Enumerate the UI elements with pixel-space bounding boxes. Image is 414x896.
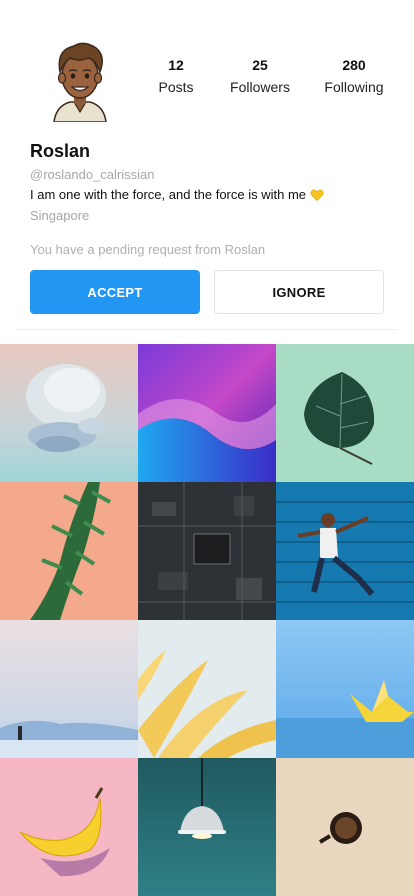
ignore-button[interactable]: IGNORE — [214, 270, 384, 314]
divider — [16, 329, 398, 330]
profile-stats: 12 Posts 25 Followers 280 Following — [140, 56, 400, 96]
photo-plant-on-peach[interactable] — [0, 482, 138, 620]
stat-following[interactable]: 280 Following — [308, 56, 400, 96]
pending-request-text: You have a pending request from Roslan — [30, 242, 266, 257]
stat-value: 12 — [168, 57, 184, 73]
stat-label: Posts — [158, 79, 194, 95]
photo-leaf-on-mint[interactable] — [276, 344, 414, 482]
profile-bio: I am one with the force, and the force i… — [30, 187, 324, 202]
stat-label: Followers — [230, 79, 290, 95]
stat-posts[interactable]: 12 Posts — [140, 56, 212, 96]
photo-person-on-salt-flats[interactable] — [0, 620, 138, 758]
profile-header: 12 Posts 25 Followers 280 Following Rosl… — [0, 0, 414, 330]
photo-circuit-board[interactable] — [138, 482, 276, 620]
photo-yellow-leaves[interactable] — [138, 620, 276, 758]
photo-banana-on-pink[interactable] — [0, 758, 138, 896]
bio-text: I am one with the force, and the force i… — [30, 187, 307, 202]
photo-grid — [0, 344, 414, 896]
accept-button[interactable]: ACCEPT — [30, 270, 200, 314]
photo-pendant-lamp-teal[interactable] — [138, 758, 276, 896]
stat-value: 280 — [342, 57, 366, 73]
stat-value: 25 — [252, 57, 268, 73]
profile-location: Singapore — [30, 208, 90, 223]
stat-followers[interactable]: 25 Followers — [212, 56, 308, 96]
cartoon-avatar-icon — [53, 42, 107, 123]
photo-coffee-cup-beige[interactable] — [276, 758, 414, 896]
stat-label: Following — [324, 79, 384, 95]
avatar[interactable] — [40, 36, 120, 123]
profile-handle: @roslando_calrissian — [30, 167, 155, 182]
photo-paper-boat[interactable] — [276, 620, 414, 758]
profile-name: Roslan — [30, 141, 91, 161]
photo-abstract-3d-rings[interactable] — [0, 344, 138, 482]
yellow-heart-icon — [310, 189, 324, 201]
photo-jumping-man-blue-wall[interactable] — [276, 482, 414, 620]
photo-purple-blue-waves[interactable] — [138, 344, 276, 482]
